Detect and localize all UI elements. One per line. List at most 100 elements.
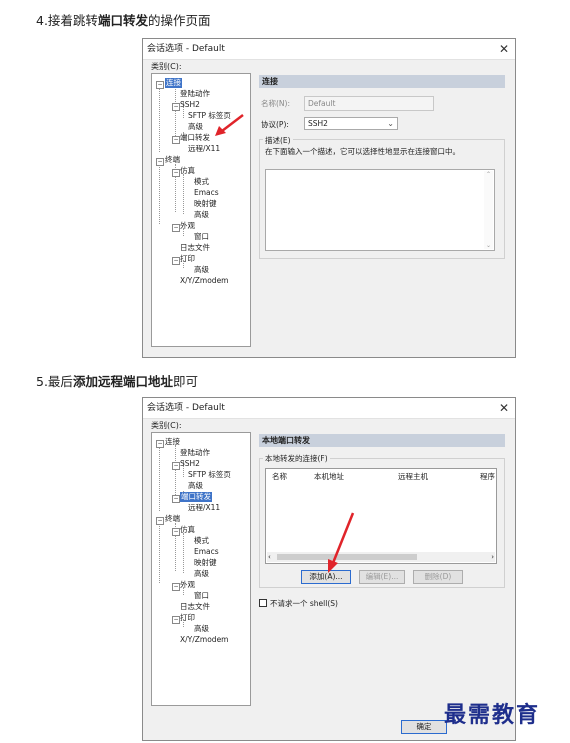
tree-item-mapped-keys[interactable]: 映射键 [194,558,217,568]
dialog-title: 会话选项 - Default [147,403,225,413]
collapse-icon[interactable]: − [172,224,180,232]
tree-item-appearance[interactable]: 外观 [180,221,195,231]
scroll-right-icon[interactable]: › [491,552,494,562]
tree-item-terminal[interactable]: 终端 [165,155,180,165]
scroll-left-icon[interactable]: ‹ [268,552,271,562]
category-label: 类别(C): [151,421,182,430]
collapse-icon[interactable]: − [156,158,164,166]
tree-item-ssh2[interactable]: SSH2 [180,100,200,110]
column-header-remote-host[interactable]: 远程主机 [398,471,428,482]
tree-item-connection[interactable]: 连接 [165,78,182,88]
protocol-select[interactable]: SSH2 ⌄ [304,117,398,130]
category-label: 类别(C): [151,62,182,71]
step5-prefix: 5.最后 [36,374,73,389]
step5-bold: 添加远程端口地址 [72,374,173,389]
pointer-arrow [215,114,244,136]
collapse-icon[interactable]: − [172,169,180,177]
dialog-titlebar: 会话选项 - Default ✕ [143,39,515,60]
column-header-program[interactable]: 程序 [480,471,495,482]
no-shell-checkbox[interactable] [259,599,267,607]
tree-item-window[interactable]: 窗口 [194,232,209,242]
forwarding-list[interactable]: 名称 本机地址 远程主机 程序 ‹ › [265,468,497,564]
collapse-icon[interactable]: − [156,81,164,89]
collapse-icon[interactable]: − [156,440,164,448]
tree-item-emulation[interactable]: 仿真 [180,525,195,535]
column-header-local-address[interactable]: 本机地址 [314,471,344,482]
tree-item-login-actions[interactable]: 登陆动作 [180,89,210,99]
collapse-icon[interactable]: − [172,528,180,536]
step4-suffix: 的操作页面 [147,13,211,28]
tree-item-emacs[interactable]: Emacs [194,547,219,557]
tree-item-print[interactable]: 打印 [180,613,195,623]
local-forwarding-label: 本地转发的连接(F) [263,453,330,464]
no-shell-label: 不请求一个 shell(S) [270,599,338,608]
tree-item-remote-x11[interactable]: 远程/X11 [188,144,220,154]
tree-item-port-forwarding[interactable]: 端口转发 [180,492,212,502]
session-options-dialog-connection: 会话选项 - Default ✕ 类别(C): − 连接 登陆动作 − SSH2… [142,38,516,358]
category-tree[interactable]: − 连接 登陆动作 − SSH2 SFTP 标签页 高级 − 端口转发 远程/X… [151,432,251,706]
tree-item-advanced[interactable]: 高级 [194,569,209,579]
tree-item-xyzmodem[interactable]: X/Y/Zmodem [180,635,229,645]
tree-item-mapped-keys[interactable]: 映射键 [194,199,217,209]
pointer-arrow [328,512,355,573]
name-label: 名称(N): [261,99,290,108]
collapse-icon[interactable]: − [172,583,180,591]
tree-item-log-file[interactable]: 日志文件 [180,243,210,253]
tree-item-terminal[interactable]: 终端 [165,514,180,524]
collapse-icon[interactable]: − [172,257,180,265]
vertical-scrollbar[interactable]: ⌃ ⌄ [484,171,493,249]
session-options-dialog-port-forwarding: 会话选项 - Default ✕ 类别(C): − 连接 登陆动作 − SSH2… [142,397,516,741]
tree-item-advanced[interactable]: 高级 [188,481,203,491]
description-label: 描述(E) [263,135,293,146]
scroll-up-icon[interactable]: ⌃ [484,171,493,178]
dialog-bottom-edge [142,357,516,358]
horizontal-scrollbar[interactable]: ‹ › [267,552,495,562]
step5-suffix: 即可 [172,374,198,389]
protocol-label: 协议(P): [261,120,289,129]
description-input[interactable]: ⌃ ⌄ [265,169,495,251]
tree-item-xyzmodem[interactable]: X/Y/Zmodem [180,276,229,286]
tree-item-window[interactable]: 窗口 [194,591,209,601]
tree-item-port-forwarding[interactable]: 端口转发 [180,133,210,143]
collapse-icon[interactable]: − [172,495,180,503]
step5-caption: 5.最后添加远程端口地址即可 [36,371,198,390]
tree-item-modes[interactable]: 模式 [194,536,209,546]
tree-item-advanced[interactable]: 高级 [194,265,209,275]
collapse-icon[interactable]: − [172,616,180,624]
step4-bold: 端口转发 [97,13,148,28]
tree-item-sftp-tab[interactable]: SFTP 标签页 [188,470,231,480]
tree-item-login-actions[interactable]: 登陆动作 [180,448,210,458]
column-header-name[interactable]: 名称 [272,471,287,482]
tree-item-print[interactable]: 打印 [180,254,195,264]
dialog-titlebar: 会话选项 - Default ✕ [143,398,515,419]
description-hint: 在下面输入一个描述，它可以选择性地显示在连接窗口中。 [265,147,460,156]
tree-item-log-file[interactable]: 日志文件 [180,602,210,612]
tree-item-advanced[interactable]: 高级 [194,624,209,634]
collapse-icon[interactable]: − [172,462,180,470]
watermark-logo: 最需教育 [444,702,541,728]
tree-item-emacs[interactable]: Emacs [194,188,219,198]
tree-item-advanced[interactable]: 高级 [188,122,203,132]
close-icon[interactable]: ✕ [499,39,509,59]
name-field[interactable]: Default [304,96,434,111]
tree-item-connection[interactable]: 连接 [165,437,180,447]
ok-button[interactable]: 确定 [401,720,447,734]
tree-item-advanced[interactable]: 高级 [194,210,209,220]
tree-item-emulation[interactable]: 仿真 [180,166,195,176]
step4-prefix: 4.接着跳转 [36,13,98,28]
step4-caption: 4.接着跳转端口转发的操作页面 [36,10,210,29]
collapse-icon[interactable]: − [172,103,180,111]
tree-item-remote-x11[interactable]: 远程/X11 [188,503,220,513]
tree-item-appearance[interactable]: 外观 [180,580,195,590]
delete-button[interactable]: 删除(D) [413,570,463,584]
dialog-title: 会话选项 - Default [147,44,225,54]
scroll-down-icon[interactable]: ⌄ [484,242,493,249]
close-icon[interactable]: ✕ [499,398,509,418]
edit-button[interactable]: 编辑(E)... [359,570,405,584]
chevron-down-icon: ⌄ [387,119,394,128]
collapse-icon[interactable]: − [172,136,180,144]
collapse-icon[interactable]: − [156,517,164,525]
tree-item-modes[interactable]: 模式 [194,177,209,187]
panel-title: 本地端口转发 [259,434,505,447]
tree-item-ssh2[interactable]: SSH2 [180,459,200,469]
